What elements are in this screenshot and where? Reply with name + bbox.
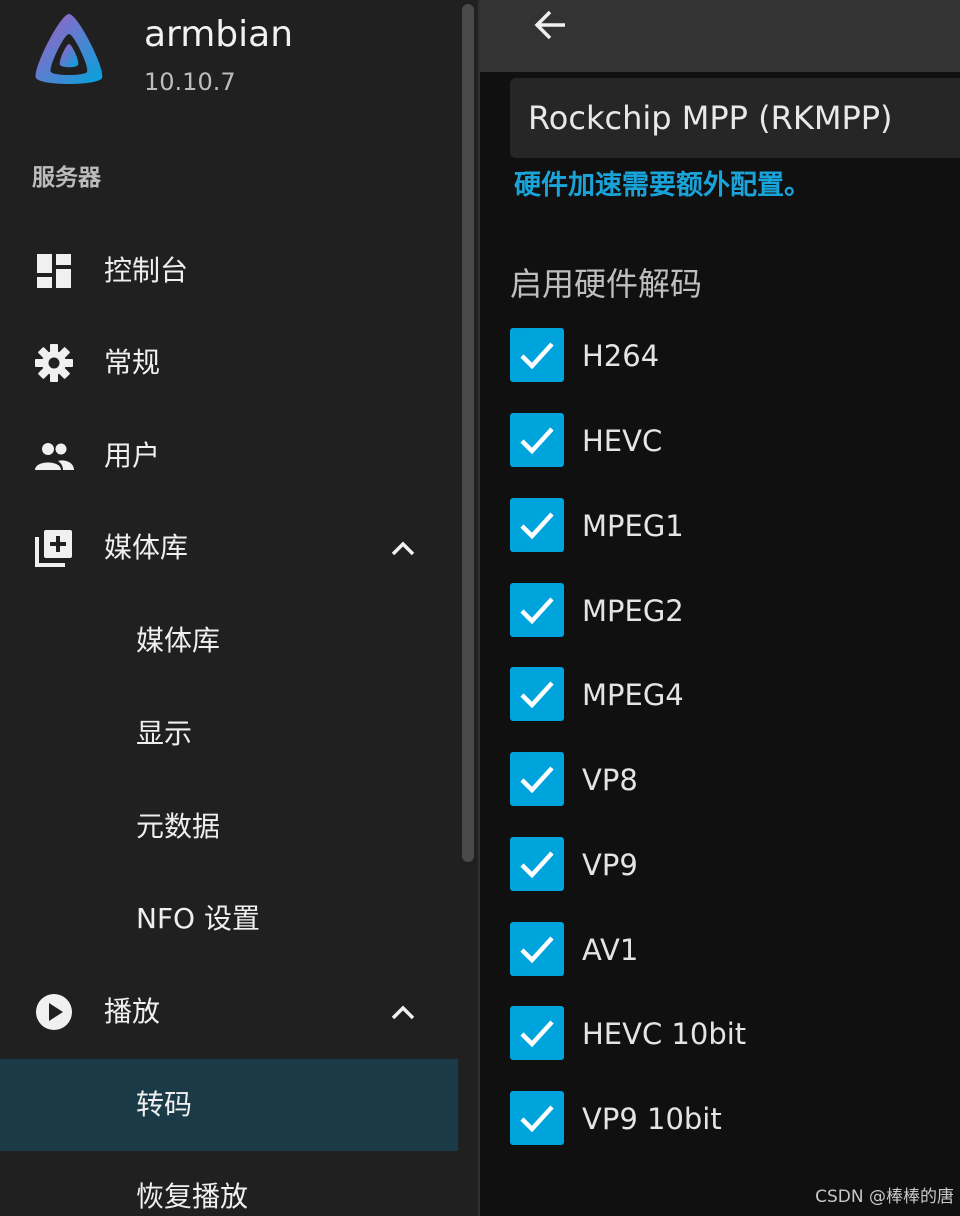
sidebar-item-label: 转码 [136, 1088, 193, 1121]
sidebar-item-transcoding[interactable]: 转码 [0, 1059, 458, 1151]
checkmark-icon [520, 851, 554, 879]
sidebar-divider [478, 0, 480, 1216]
codec-checkbox-hevc-10bit[interactable]: HEVC 10bit [510, 1006, 950, 1062]
watermark: CSDN @棒棒的唐 [815, 1187, 954, 1207]
checkbox[interactable] [510, 498, 564, 552]
checkbox[interactable] [510, 1091, 564, 1145]
checkbox-label: HEVC 10bit [582, 1017, 747, 1051]
checkmark-icon [520, 427, 554, 455]
checkbox-label: MPEG2 [582, 594, 684, 628]
people-icon [35, 443, 74, 470]
codec-checkbox-hevc[interactable]: HEVC [510, 413, 950, 469]
checkbox-label: HEVC [582, 424, 663, 458]
server-version: 10.10.7 [144, 68, 236, 96]
checkbox[interactable] [510, 328, 564, 382]
sidebar-item-nfo-settings[interactable]: NFO 设置 [0, 873, 458, 965]
sidebar-item-label: 恢复播放 [136, 1180, 249, 1213]
codec-checkbox-mpeg4[interactable]: MPEG4 [510, 667, 950, 723]
play-circle-icon [36, 994, 72, 1030]
hardware-acceleration-value: Rockchip MPP (RKMPP) [528, 99, 893, 137]
sidebar-item-label: 媒体库 [104, 531, 189, 564]
checkbox-label: MPEG4 [582, 678, 684, 712]
codec-checkbox-h264[interactable]: H264 [510, 328, 950, 384]
sidebar-item-label: 常规 [104, 346, 161, 379]
top-bar [480, 0, 960, 72]
sidebar-scrollbar[interactable] [462, 0, 476, 1216]
sidebar-item-label: 媒体库 [136, 624, 221, 657]
checkbox-label: AV1 [582, 933, 639, 967]
sidebar: armbian 10.10.7 服务器 控制台 常规 用户 媒体库 媒体库 显示… [0, 0, 478, 1216]
codec-checkbox-mpeg1[interactable]: MPEG1 [510, 498, 950, 554]
library-add-icon [35, 530, 72, 567]
checkmark-icon [520, 597, 554, 625]
checkbox[interactable] [510, 583, 564, 637]
hardware-acceleration-select[interactable]: Rockchip MPP (RKMPP) [510, 78, 960, 158]
sidebar-item-users[interactable]: 用户 [0, 410, 458, 502]
checkbox-label: VP9 10bit [582, 1102, 722, 1136]
checkbox-label: H264 [582, 339, 660, 373]
sidebar-item-resume[interactable]: 恢复播放 [0, 1151, 458, 1216]
codec-checkbox-mpeg2[interactable]: MPEG2 [510, 583, 950, 639]
codec-checkbox-vp8[interactable]: VP8 [510, 752, 950, 808]
checkbox[interactable] [510, 837, 564, 891]
sidebar-item-display[interactable]: 显示 [0, 688, 458, 780]
checkbox-label: VP8 [582, 763, 638, 797]
checkbox[interactable] [510, 413, 564, 467]
checkmark-icon [520, 681, 554, 709]
checkbox[interactable] [510, 922, 564, 976]
sidebar-item-label: 控制台 [104, 254, 189, 287]
sidebar-item-label: 显示 [136, 717, 193, 750]
sidebar-item-library[interactable]: 媒体库 [0, 595, 458, 687]
checkmark-icon [520, 512, 554, 540]
dashboard-icon [37, 254, 71, 288]
checkmark-icon [520, 936, 554, 964]
chevron-up-icon[interactable] [388, 998, 418, 1028]
sidebar-scroll-thumb[interactable] [462, 4, 474, 862]
sidebar-item-dashboard[interactable]: 控制台 [0, 225, 458, 317]
checkbox[interactable] [510, 667, 564, 721]
sidebar-item-label: NFO 设置 [136, 902, 260, 935]
sidebar-item-label: 用户 [104, 439, 161, 472]
hardware-decoding-heading: 启用硬件解码 [510, 265, 703, 303]
sidebar-item-general[interactable]: 常规 [0, 317, 458, 409]
sidebar-item-label: 元数据 [136, 810, 221, 843]
chevron-up-icon[interactable] [388, 534, 418, 564]
checkmark-icon [520, 1105, 554, 1133]
codec-checkbox-vp9[interactable]: VP9 [510, 837, 950, 893]
sidebar-item-label: 播放 [104, 995, 161, 1028]
sidebar-item-metadata[interactable]: 元数据 [0, 781, 458, 873]
checkbox[interactable] [510, 752, 564, 806]
sidebar-item-libraries[interactable]: 媒体库 [0, 502, 458, 594]
gear-icon [35, 344, 73, 382]
sidebar-item-playback[interactable]: 播放 [0, 966, 458, 1058]
checkbox-label: VP9 [582, 848, 638, 882]
checkmark-icon [520, 766, 554, 794]
codec-checkbox-vp9-10bit[interactable]: VP9 10bit [510, 1091, 950, 1147]
section-header-server: 服务器 [32, 165, 101, 191]
checkmark-icon [520, 1020, 554, 1048]
jellyfin-logo-icon[interactable] [30, 12, 108, 92]
checkbox-label: MPEG1 [582, 509, 684, 543]
checkbox[interactable] [510, 1006, 564, 1060]
arrow-left-icon[interactable] [532, 6, 570, 44]
checkmark-icon [520, 342, 554, 370]
hardware-acceleration-note-link[interactable]: 硬件加速需要额外配置。 [514, 168, 811, 204]
codec-checkbox-av1[interactable]: AV1 [510, 922, 950, 978]
server-name: armbian [144, 14, 294, 55]
